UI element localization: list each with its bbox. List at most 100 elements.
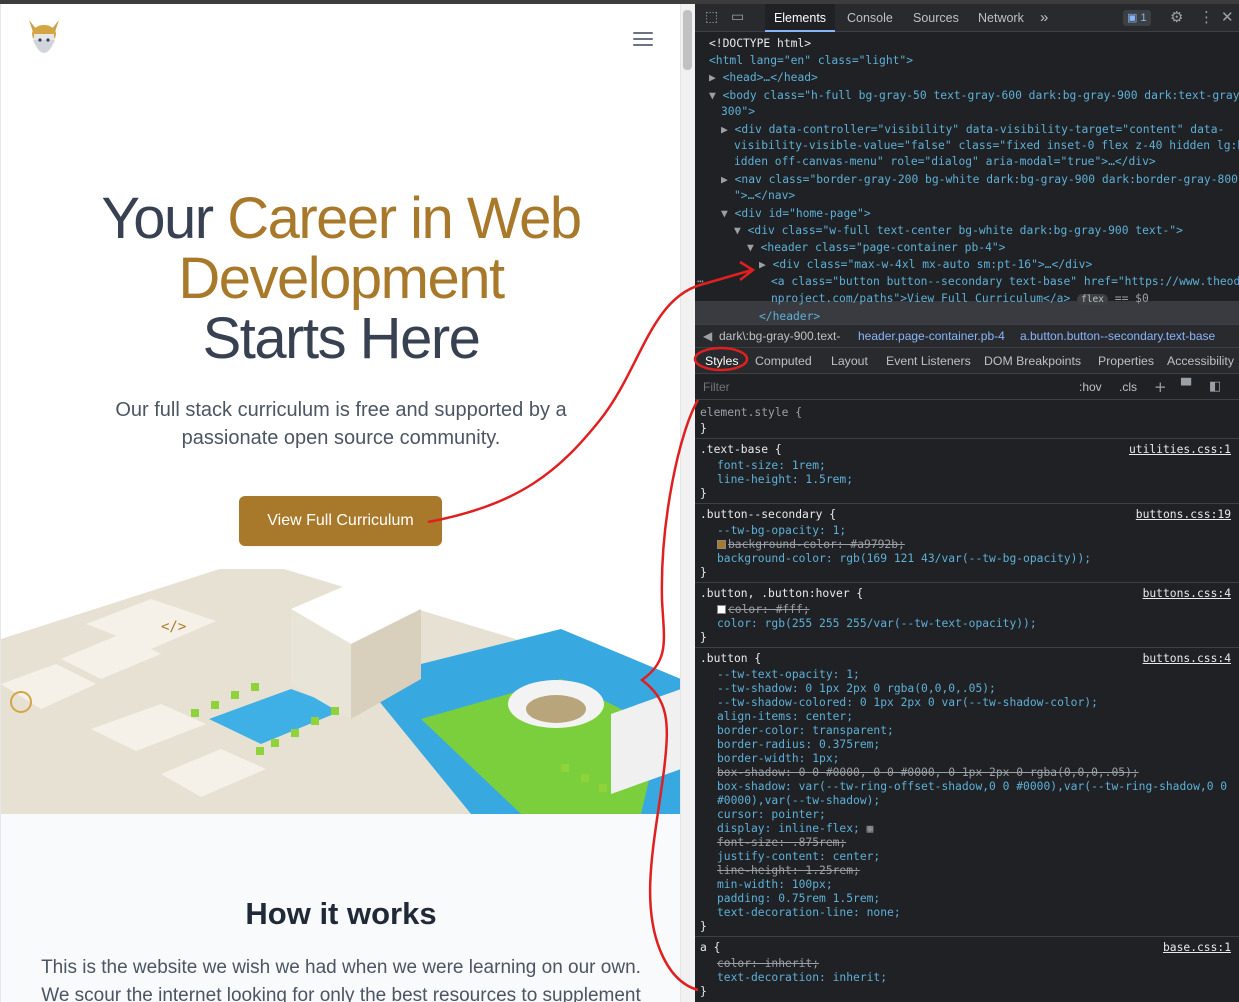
css-declaration[interactable]: border-radius: 0.375rem; [717,738,880,752]
rule-selector[interactable]: .text-base { [700,443,782,457]
view-full-curriculum-button[interactable]: View Full Curriculum [239,496,442,546]
css-declaration[interactable]: text-decoration: inherit; [717,971,887,985]
page-scrollbar[interactable] [680,4,695,1002]
tab-layout[interactable]: Layout [831,348,868,374]
color-swatch[interactable] [717,605,726,614]
rule-selector[interactable]: .button { [700,652,761,666]
dom-line-header[interactable]: ▼ <header class="page-container pb-4"> [747,240,1005,257]
css-declaration[interactable]: line-height: 1.5rem; [717,473,853,487]
css-declaration[interactable]: box-shadow: var(--tw-ring-offset-shadow,… [717,780,1227,794]
class-toggle[interactable]: .cls [1119,374,1137,400]
expand-triangle-icon[interactable]: ▶ [709,71,716,84]
css-declaration-overridden[interactable]: background-color: #a9792b; [717,538,905,552]
css-declaration-overridden[interactable]: line-height: 1.25rem; [717,864,860,878]
tab-properties[interactable]: Properties [1098,348,1154,374]
breadcrumb-item[interactable]: dark\:bg-gray-900.text- [719,325,840,347]
dom-line-head[interactable]: ▶ <head>…</head> [709,70,818,87]
css-declaration[interactable]: border-width: 1px; [717,752,839,766]
website-viewport: Your Career in Web Development Starts Her… [0,4,680,1002]
tab-event-listeners[interactable]: Event Listeners [886,348,971,374]
css-declaration[interactable]: text-decoration-line: none; [717,906,901,920]
styles-filter-input[interactable] [699,377,1069,397]
flex-badge[interactable]: flex [1077,294,1108,305]
tab-sources[interactable]: Sources [913,4,959,32]
collapse-triangle-icon[interactable]: ▼ [709,89,716,102]
dom-line-nav[interactable]: ▶ <nav class="border-gray-200 bg-white d… [721,172,1238,189]
dom-line-max-w[interactable]: ▶ <div class="max-w-4xl mx-auto sm:pt-16… [759,257,1092,274]
rule-selector[interactable]: a { [700,941,720,955]
css-declaration[interactable]: background-color: rgb(169 121 43/var(--t… [717,552,1091,566]
ellipsis-icon[interactable]: ⋯ [697,274,704,291]
more-tabs-icon[interactable]: » [1040,4,1048,32]
expand-triangle-icon[interactable]: ▶ [721,173,728,186]
css-declaration[interactable]: font-size: 1rem; [717,459,826,473]
devtools-panel: ⬚ ▭ Elements Console Sources Network » ▣… [695,4,1239,1002]
css-declaration-overridden[interactable]: color: #fff; [717,603,810,617]
css-declaration[interactable]: min-width: 100px; [717,878,833,892]
dom-line[interactable]: <!DOCTYPE html> [709,36,811,53]
css-declaration[interactable]: --tw-shadow-colored: 0 1px 2px 0 var(--t… [717,696,1098,710]
breadcrumb-item-selected[interactable]: a.button.button--secondary.text-base [1020,325,1215,347]
rule-selector[interactable]: .button, .button:hover { [700,587,863,601]
rule-source-link[interactable]: buttons.css:19 [1136,508,1231,522]
device-toolbar-icon[interactable]: ▭ [731,9,744,25]
flexbox-editor-icon[interactable]: ▦ [867,822,874,835]
collapse-triangle-icon[interactable]: ▼ [747,241,754,254]
css-declaration[interactable]: color: rgb(255 255 255/var(--tw-text-opa… [717,617,1037,631]
css-declaration[interactable]: display: inline-flex; ▦ [717,822,873,836]
breadcrumb-item[interactable]: header.page-container.pb-4 [858,325,1005,347]
css-declaration[interactable]: border-color: transparent; [717,724,894,738]
color-swatch[interactable] [717,540,726,549]
collapse-triangle-icon[interactable]: ▼ [734,224,741,237]
odin-logo[interactable] [23,14,65,64]
inspect-element-icon[interactable]: ⬚ [705,9,718,25]
issues-badge[interactable]: ▣ 1 [1123,10,1151,26]
rule-source-link[interactable]: buttons.css:4 [1143,652,1231,666]
rule-source-link[interactable]: buttons.css:4 [1143,587,1231,601]
paint-brush-icon[interactable]: ▀ [1181,374,1191,400]
rule-source-link[interactable]: utilities.css:1 [1129,443,1231,457]
css-declaration-overridden[interactable]: box-shadow: 0 0 #0000, 0 0 #0000, 0 1px … [717,766,1139,780]
dom-line-offcanvas[interactable]: ▶ <div data-controller="visibility" data… [721,122,1224,139]
expand-triangle-icon[interactable]: ▶ [759,258,766,271]
expand-triangle-icon[interactable]: ▶ [721,123,728,136]
css-declaration[interactable]: --tw-text-opacity: 1; [717,668,860,682]
dollar-zero-label: == $0 [1114,292,1149,305]
dom-line-html[interactable]: <html lang="en" class="light"> [709,53,913,70]
tab-styles[interactable]: Styles [705,348,739,374]
breadcrumb-left-icon[interactable]: ◀ [703,325,712,347]
css-declaration[interactable]: --tw-bg-opacity: 1; [717,524,846,538]
dom-line-wrapper[interactable]: ▼ <div class="w-full text-center bg-whit… [734,223,1183,240]
css-declaration-overridden[interactable]: color: inherit; [717,957,819,971]
more-options-icon[interactable]: ⋮ [1199,8,1214,26]
css-declaration[interactable]: justify-content: center; [717,850,880,864]
dom-line-home-page[interactable]: ▼ <div id="home-page"> [721,206,871,223]
close-devtools-icon[interactable]: ✕ [1221,8,1234,26]
new-rule-plus-icon[interactable]: + [1154,374,1167,400]
css-declaration[interactable]: padding: 0.75rem 1.5rem; [717,892,880,906]
hover-state-toggle[interactable]: :hov [1079,374,1102,400]
collapse-triangle-icon[interactable]: ▼ [721,207,728,220]
tab-computed[interactable]: Computed [755,348,812,374]
how-it-works-text: This is the website we wish we had when … [41,957,641,1002]
tab-dom-breakpoints[interactable]: DOM Breakpoints [984,348,1081,374]
rule-selector[interactable]: element.style { [700,406,802,420]
page-scrollbar-thumb[interactable] [683,10,692,70]
tab-accessibility[interactable]: Accessibility [1167,348,1234,374]
dom-line-selected-anchor[interactable]: <a class="button button--secondary text-… [771,274,1239,291]
tab-console[interactable]: Console [847,4,893,32]
css-declaration[interactable]: --tw-shadow: 0 1px 2px 0 rgba(0,0,0,.05)… [717,682,996,696]
sidebar-toggle-icon[interactable]: ◧ [1209,374,1221,400]
css-declaration[interactable]: cursor: pointer; [717,808,826,822]
rule-close-brace: } [700,487,707,500]
tab-elements[interactable]: Elements [765,4,835,32]
css-declaration[interactable]: align-items: center; [717,710,853,724]
rule-selector[interactable]: .button--secondary { [700,508,836,522]
css-declaration-overridden[interactable]: font-size: .875rem; [717,836,846,850]
hero-title: Your Career in Web Development Starts Her… [41,189,641,369]
tab-network[interactable]: Network [978,4,1024,32]
rule-source-link[interactable]: base.css:1 [1163,941,1231,955]
hamburger-menu-icon[interactable] [633,32,653,46]
settings-gear-icon[interactable]: ⚙ [1170,8,1183,26]
dom-line-body[interactable]: ▼ <body class="h-full bg-gray-50 text-gr… [709,88,1239,105]
